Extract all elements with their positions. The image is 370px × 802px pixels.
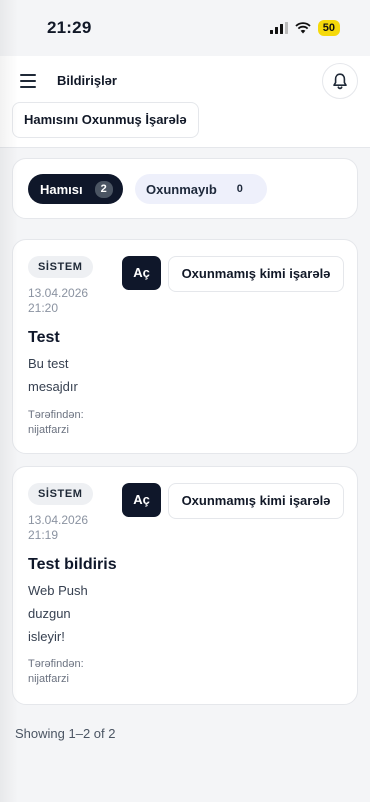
notification-author: Tərəfindən: nijatfarzi — [28, 658, 84, 685]
notification-date: 13.04.2026 21:20 — [28, 286, 89, 315]
pagination-summary: Showing 1–2 of 2 — [15, 726, 116, 741]
wifi-icon — [295, 22, 311, 34]
tab-all-count: 2 — [94, 180, 113, 198]
page-header: Bildirişlər Hamısını Oxunmuş İşarələ — [0, 56, 370, 148]
filter-tabs: Hamısı 2 Oxunmayıb 0 — [12, 158, 358, 219]
tab-all-label: Hamısı — [40, 181, 83, 197]
tab-unread[interactable]: Oxunmayıb 0 — [135, 174, 267, 204]
open-button[interactable]: Aç — [122, 256, 161, 290]
hamburger-menu-icon[interactable] — [20, 74, 36, 88]
status-icons: 50 — [269, 20, 340, 36]
notification-author: Tərəfindən: nijatfarzi — [28, 409, 84, 436]
battery-indicator: 50 — [317, 20, 340, 36]
mark-unread-button[interactable]: Oxunmamış kimi işarələ — [168, 256, 344, 292]
notification-body: Web Push duzgun isleyir! — [28, 583, 88, 644]
notification-title: Test — [28, 329, 60, 346]
notification-card: SİSTEM 13.04.2026 21:19 Aç Oxunmamış kim… — [12, 466, 358, 705]
open-button[interactable]: Aç — [122, 483, 161, 517]
notification-body: Bu test mesajdır — [28, 356, 78, 394]
page-title: Bildirişlər — [57, 73, 117, 88]
notification-title: Test bildiris — [28, 556, 117, 573]
category-badge: SİSTEM — [28, 256, 93, 278]
status-bar: 21:29 50 — [0, 0, 370, 56]
notification-card: SİSTEM 13.04.2026 21:20 Aç Oxunmamış kim… — [12, 239, 358, 454]
tab-all[interactable]: Hamısı 2 — [28, 174, 123, 204]
mark-unread-button[interactable]: Oxunmamış kimi işarələ — [168, 483, 344, 519]
status-time: 21:29 — [47, 18, 92, 37]
notifications-bell-button[interactable] — [322, 63, 358, 99]
bell-icon — [333, 72, 347, 89]
tab-unread-label: Oxunmayıb — [146, 181, 217, 197]
cellular-signal-icon — [269, 22, 288, 34]
category-badge: SİSTEM — [28, 483, 93, 505]
tab-unread-count: 0 — [236, 182, 243, 195]
mark-all-read-button[interactable]: Hamısını Oxunmuş İşarələ — [12, 102, 199, 138]
notification-date: 13.04.2026 21:19 — [28, 513, 89, 542]
